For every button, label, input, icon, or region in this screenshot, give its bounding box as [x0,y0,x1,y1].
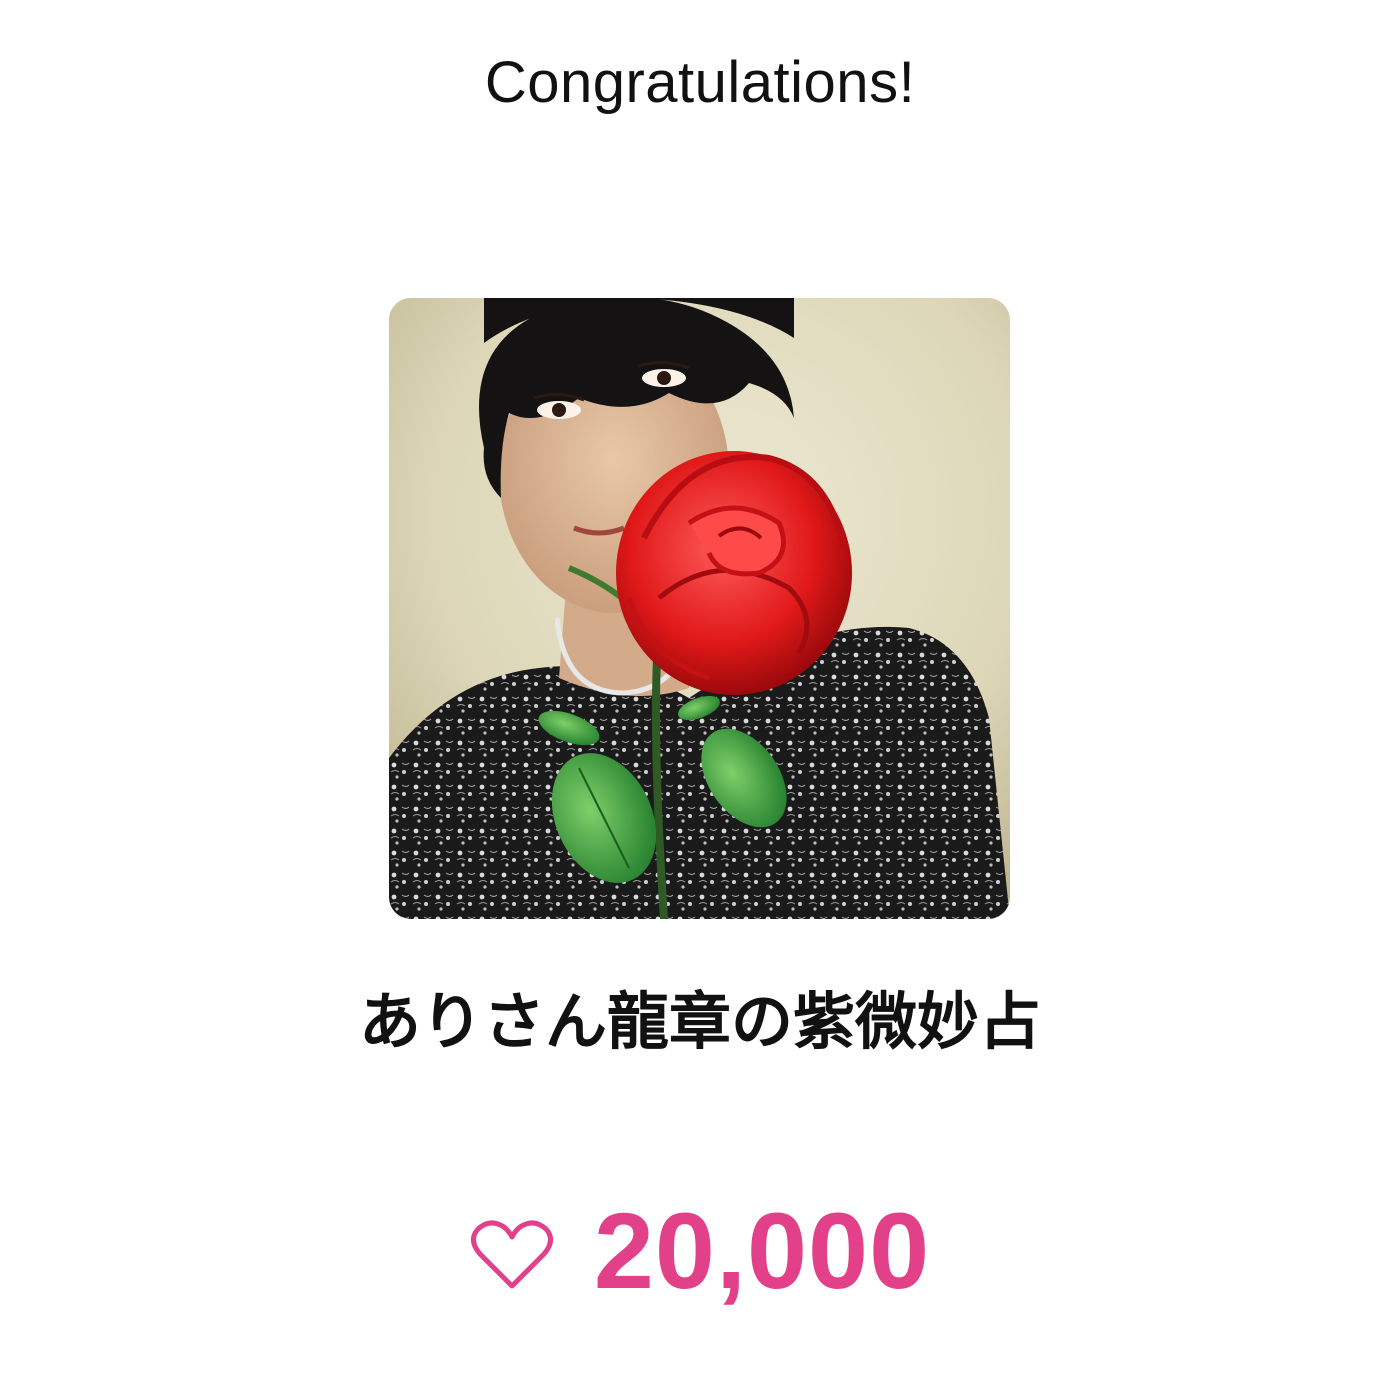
likes-count: 20,000 [593,1190,931,1311]
page-title: Congratulations! [484,50,916,115]
profile-photo [389,298,1010,919]
likes-display: 20,000 [0,1196,1400,1306]
creator-name: ありさん龍章の紫微妙占 [358,985,1041,1058]
heart-outline-icon [470,1218,554,1292]
